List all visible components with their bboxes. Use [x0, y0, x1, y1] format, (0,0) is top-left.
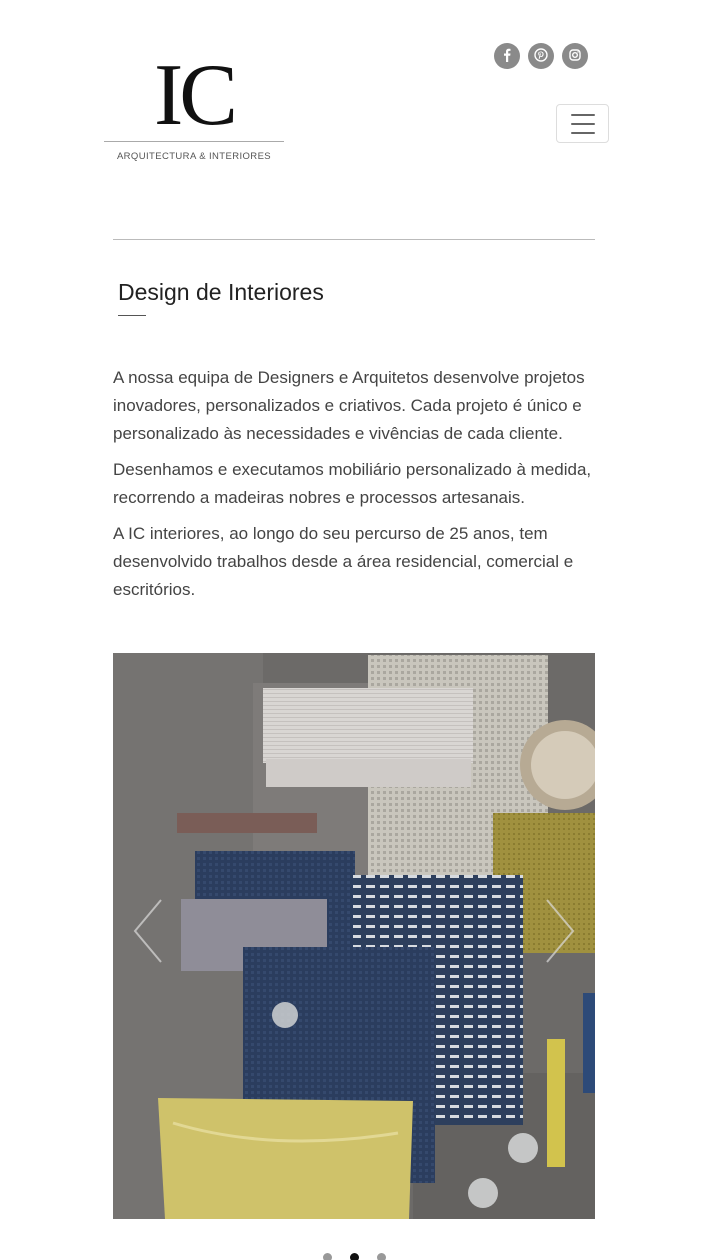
title-underline	[118, 315, 146, 316]
carousel-slide-image	[113, 653, 595, 1219]
hamburger-menu-button[interactable]	[556, 104, 609, 143]
logo-subtitle: ARQUITECTURA & INTERIORES	[116, 151, 272, 162]
facebook-icon	[500, 48, 514, 65]
hamburger-icon-bar	[570, 122, 595, 125]
hamburger-icon-bar	[570, 131, 595, 134]
carousel-indicator-active[interactable]	[350, 1253, 359, 1260]
social-links	[494, 43, 588, 69]
paragraph: A IC interiores, ao longo do seu percurs…	[113, 524, 574, 599]
brand-logo[interactable]: IC ARQUITECTURA & INTERIORES	[104, 47, 284, 162]
carousel-prev-button[interactable]	[129, 896, 169, 966]
chevron-right-icon	[539, 899, 579, 970]
paragraph: A nossa equipa de Designers e Arquitetos…	[113, 368, 585, 443]
carousel-indicator[interactable]	[377, 1253, 386, 1260]
chevron-left-icon	[129, 899, 169, 970]
pinterest-icon	[534, 47, 548, 65]
carousel-indicators	[0, 1253, 709, 1260]
facebook-link[interactable]	[494, 43, 520, 69]
pinterest-link[interactable]	[528, 43, 554, 69]
paragraph: Desenhamos e executamos mobiliário perso…	[113, 460, 592, 507]
image-carousel[interactable]	[113, 653, 595, 1219]
instagram-link[interactable]	[562, 43, 588, 69]
page-title: Design de Interiores	[118, 279, 324, 305]
carousel-indicator[interactable]	[323, 1253, 332, 1260]
intro-text: A nossa equipa de Designers e Arquitetos…	[113, 364, 599, 612]
logo-mark: IC	[154, 47, 238, 144]
carousel-next-button[interactable]	[539, 896, 579, 966]
section-divider	[113, 239, 595, 240]
instagram-icon	[568, 48, 582, 65]
hamburger-icon-bar	[570, 113, 595, 116]
